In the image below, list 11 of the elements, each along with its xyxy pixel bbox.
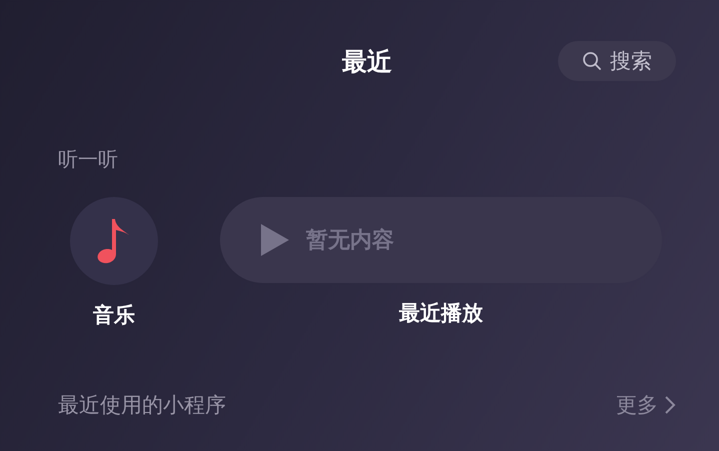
more-link[interactable]: 更多	[616, 391, 676, 419]
section-heading: 最近使用的小程序	[58, 392, 226, 419]
music-label: 音乐	[93, 302, 135, 329]
recent-play-button[interactable]: 暂无内容	[220, 197, 662, 283]
search-icon	[582, 51, 602, 71]
recent-play-label: 最近播放	[399, 300, 483, 327]
page-title: 最近	[342, 46, 392, 78]
search-button[interactable]: 搜索	[558, 41, 676, 81]
chevron-right-icon	[664, 395, 676, 415]
play-icon	[260, 223, 290, 257]
section-heading: 听一听	[58, 146, 119, 173]
